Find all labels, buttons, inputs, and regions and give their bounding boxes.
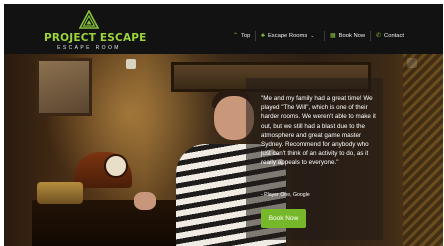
nav-item-top[interactable]: ⌃ Top (233, 30, 250, 42)
nav-item-top-label: Top (241, 33, 251, 39)
hero-lamp (126, 59, 136, 69)
nav-item-book-now[interactable]: ▦ Book Now (330, 30, 365, 42)
chevron-up-icon: ⌃ (233, 33, 239, 39)
phone-icon: ✆ (376, 33, 382, 39)
puzzle-icon: ♣ (261, 33, 265, 39)
hero-person-hand (134, 192, 156, 210)
site-header: PROJECT ESCAPE ESCAPE ROOM ⌃ Top ♣ Escap… (4, 4, 443, 54)
hero-vintage-phone (37, 182, 83, 204)
testimonial-author: - Player One, Google (261, 192, 310, 198)
nav-divider (370, 31, 371, 41)
nav-item-contact[interactable]: ✆ Contact (376, 30, 404, 42)
clock-face (104, 154, 128, 178)
chevron-down-icon: ⌄ (310, 32, 315, 39)
brand-name: PROJECT ESCAPE (44, 32, 147, 44)
page-frame: PROJECT ESCAPE ESCAPE ROOM ⌃ Top ♣ Escap… (4, 4, 443, 246)
triangle-maze-logo-icon (79, 10, 99, 29)
brand-logo[interactable]: PROJECT ESCAPE ESCAPE ROOM (44, 10, 147, 52)
nav-divider (324, 31, 325, 41)
hero-painting (36, 58, 92, 116)
testimonial-quote: "Me and my family had a great time! We p… (261, 95, 376, 167)
book-now-button[interactable]: Book Now (261, 209, 306, 228)
hero-art-deco-panel (403, 54, 443, 246)
brand-tagline: ESCAPE ROOM (57, 45, 121, 51)
calendar-icon: ▦ (330, 33, 336, 39)
nav-divider (255, 31, 256, 41)
hero-desk (32, 200, 182, 246)
nav-item-escape-rooms[interactable]: ♣ Escape Rooms ⌄ (261, 30, 314, 42)
nav-item-escape-rooms-label: Escape Rooms (267, 33, 308, 39)
nav-item-book-now-label: Book Now (338, 33, 366, 39)
nav-item-contact-label: Contact (384, 33, 405, 39)
